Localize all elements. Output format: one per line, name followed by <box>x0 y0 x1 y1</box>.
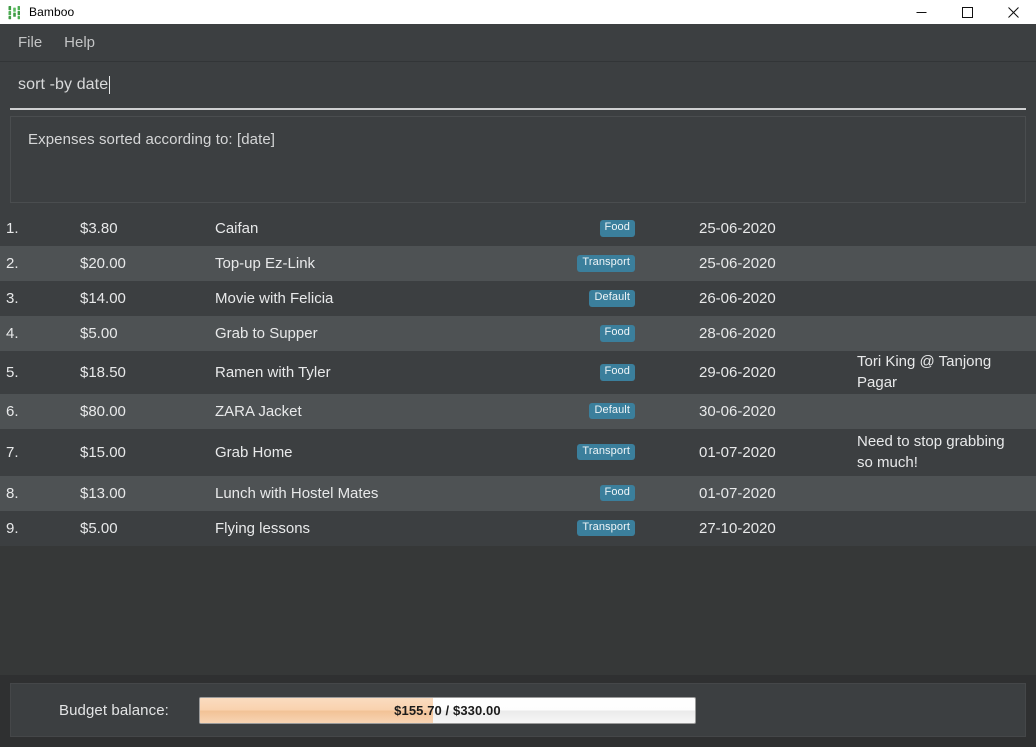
expense-amount: $14.00 <box>80 290 126 307</box>
budget-footer: Budget balance: $155.70 / $330.00 <box>0 675 1036 747</box>
tag-badge: Transport <box>577 255 635 272</box>
expense-tag-cell: Default <box>540 402 635 420</box>
expense-description: Top-up Ez-Link <box>215 255 316 272</box>
title-bar-left: Bamboo <box>0 5 74 20</box>
expense-index: 1. <box>6 220 19 237</box>
expense-amount: $15.00 <box>80 443 126 461</box>
tag-badge: Transport <box>577 443 635 461</box>
expense-index: 8. <box>6 484 19 502</box>
expense-description: Flying lessons <box>215 519 311 537</box>
expense-date: 01-07-2020 <box>699 484 776 502</box>
bamboo-app-window: Bamboo File Help sort -by date Expenses … <box>0 0 1036 747</box>
expense-note: Need to stop grabbing so much! <box>857 432 1005 472</box>
expense-amount: $20.00 <box>80 255 126 272</box>
table-row[interactable]: 9. $5.00 Flying lessons Transport 27-10-2020 <box>0 510 1036 546</box>
tag-badge: Default <box>589 402 635 420</box>
expense-date: 30-06-2020 <box>699 402 776 420</box>
table-row[interactable]: 3. $14.00 Movie with Felicia Default 26-06-2… <box>0 281 1036 316</box>
command-input-value: sort -by date <box>18 76 109 93</box>
expense-date: 26-06-2020 <box>699 290 776 307</box>
expense-date: 25-06-2020 <box>699 220 776 237</box>
menu-item-help[interactable]: Help <box>58 31 101 54</box>
expense-date: 28-06-2020 <box>699 325 776 342</box>
menu-bar: File Help <box>0 24 1036 62</box>
bamboo-icon <box>7 5 22 20</box>
expense-index: 7. <box>6 443 19 461</box>
expense-amount: $3.80 <box>80 220 118 237</box>
expense-rows: 1. $3.80 Caifan Food 25-06-2020 2. $20.00 Top-u… <box>0 211 1036 546</box>
close-button[interactable] <box>990 0 1036 24</box>
expense-index: 2. <box>6 255 19 272</box>
table-row[interactable]: 2. $20.00 Top-up Ez-Link Transport 25-06-202… <box>0 246 1036 281</box>
expense-tag-cell: Food <box>540 220 635 237</box>
expense-tag-cell: Transport <box>540 519 635 537</box>
table-row[interactable]: 7. $15.00 Grab Home Transport 01-07-2020 Need… <box>0 428 1036 476</box>
expense-list-empty-area <box>0 545 1036 675</box>
expense-description: Movie with Felicia <box>215 290 334 307</box>
expense-tag-cell: Default <box>540 290 635 307</box>
table-row[interactable]: 1. $3.80 Caifan Food 25-06-2020 <box>0 211 1036 246</box>
expense-amount: $5.00 <box>80 325 118 342</box>
expense-index: 6. <box>6 402 19 420</box>
expense-description: Grab to Supper <box>215 325 318 342</box>
table-row[interactable]: 4. $5.00 Grab to Supper Food 28-06-2020 <box>0 316 1036 351</box>
table-row[interactable]: 8. $13.00 Lunch with Hostel Mates Food 01-07… <box>0 475 1036 511</box>
expense-amount: $80.00 <box>80 402 126 420</box>
expense-tag-cell: Food <box>540 484 635 502</box>
expense-date: 01-07-2020 <box>699 443 776 461</box>
expense-description: Ramen with Tyler <box>215 363 331 381</box>
expense-index: 3. <box>6 290 19 307</box>
expense-index: 5. <box>6 363 19 381</box>
budget-progress-bar: $155.70 / $330.00 <box>198 696 696 724</box>
table-row[interactable]: 6. $80.00 ZARA Jacket Default 30-06-2020 <box>0 393 1036 429</box>
expense-tag-cell: Food <box>540 325 635 342</box>
expense-date: 25-06-2020 <box>699 255 776 272</box>
expense-note: Tori King @ Tanjong Pagar <box>857 353 992 392</box>
tag-badge: Food <box>599 220 635 237</box>
expense-index: 9. <box>6 519 19 537</box>
result-panel-zone: Expenses sorted according to: [date] <box>0 110 1036 211</box>
tag-badge: Food <box>599 325 635 342</box>
expense-date: 29-06-2020 <box>699 363 776 381</box>
tag-badge: Food <box>599 484 635 502</box>
minimize-button[interactable] <box>898 0 944 24</box>
expense-tag-cell: Food <box>540 364 635 381</box>
tag-badge: Transport <box>577 519 635 537</box>
expense-description: Grab Home <box>215 443 293 461</box>
window-title: Bamboo <box>29 5 75 19</box>
result-panel: Expenses sorted according to: [date] <box>10 116 1026 203</box>
command-input[interactable]: sort -by date <box>10 62 1026 110</box>
budget-footer-inner: Budget balance: $155.70 / $330.00 <box>10 683 1026 737</box>
expense-list[interactable]: 1. $3.80 Caifan Food 25-06-2020 2. $20.00 Top-u… <box>0 211 1036 675</box>
maximize-button[interactable] <box>944 0 990 24</box>
expense-amount: $13.00 <box>80 484 126 502</box>
expense-date: 27-10-2020 <box>699 519 776 537</box>
expense-tag-cell: Transport <box>540 443 635 461</box>
menu-item-file[interactable]: File <box>12 31 48 54</box>
tag-badge: Default <box>589 290 635 307</box>
result-message: Expenses sorted according to: [date] <box>28 131 276 148</box>
expense-description: ZARA Jacket <box>215 402 302 420</box>
command-input-zone: sort -by date <box>0 62 1036 110</box>
expense-index: 4. <box>6 325 19 342</box>
budget-progress-text: $155.70 / $330.00 <box>394 702 501 718</box>
title-bar: Bamboo <box>0 0 1036 24</box>
expense-amount: $18.50 <box>80 363 126 381</box>
table-row[interactable]: 5. $18.50 Ramen with Tyler Food 29-06-2020 To… <box>0 351 1036 394</box>
expense-description: Caifan <box>215 220 259 237</box>
text-caret <box>109 76 111 94</box>
budget-balance-label: Budget balance: <box>59 701 169 719</box>
expense-amount: $5.00 <box>80 519 118 537</box>
expense-description: Lunch with Hostel Mates <box>215 484 379 502</box>
tag-badge: Food <box>599 364 635 381</box>
window-controls <box>898 0 1036 24</box>
expense-tag-cell: Transport <box>540 255 635 272</box>
